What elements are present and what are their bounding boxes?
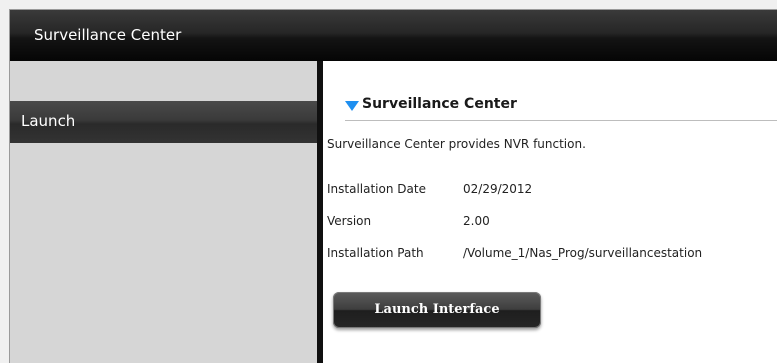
detail-row-installation-path: Installation Path/Volume_1/Nas_Prog/surv… xyxy=(327,246,702,260)
detail-value: 2.00 xyxy=(463,214,490,228)
window-title: Surveillance Center xyxy=(34,26,182,44)
detail-label: Installation Date xyxy=(327,182,426,196)
collapse-triangle-icon[interactable] xyxy=(345,101,359,111)
detail-label: Version xyxy=(327,214,372,228)
sidebar: Launch xyxy=(10,61,323,363)
sidebar-item-label: Launch xyxy=(21,112,76,130)
detail-row-version: Version 2.00 xyxy=(327,214,490,228)
description-text: Surveillance Center provides NVR functio… xyxy=(327,137,586,151)
detail-value: /Volume_1/Nas_Prog/surveillancestation xyxy=(463,246,703,260)
detail-label: Installation Path xyxy=(327,246,424,260)
section-header[interactable]: Surveillance Center xyxy=(345,95,777,121)
sidebar-item-launch[interactable]: Launch xyxy=(10,101,317,143)
detail-value: 02/29/2012 xyxy=(463,182,533,196)
app-window: Surveillance Center Launch Surveillance … xyxy=(9,9,777,363)
window-titlebar: Surveillance Center xyxy=(10,10,777,61)
launch-interface-button[interactable]: Launch Interface xyxy=(333,292,541,328)
section-title: Surveillance Center xyxy=(362,96,517,112)
detail-row-installation-date: Installation Date 02/29/2012 xyxy=(327,182,532,196)
main-content: Surveillance Center Surveillance Center … xyxy=(323,61,777,363)
